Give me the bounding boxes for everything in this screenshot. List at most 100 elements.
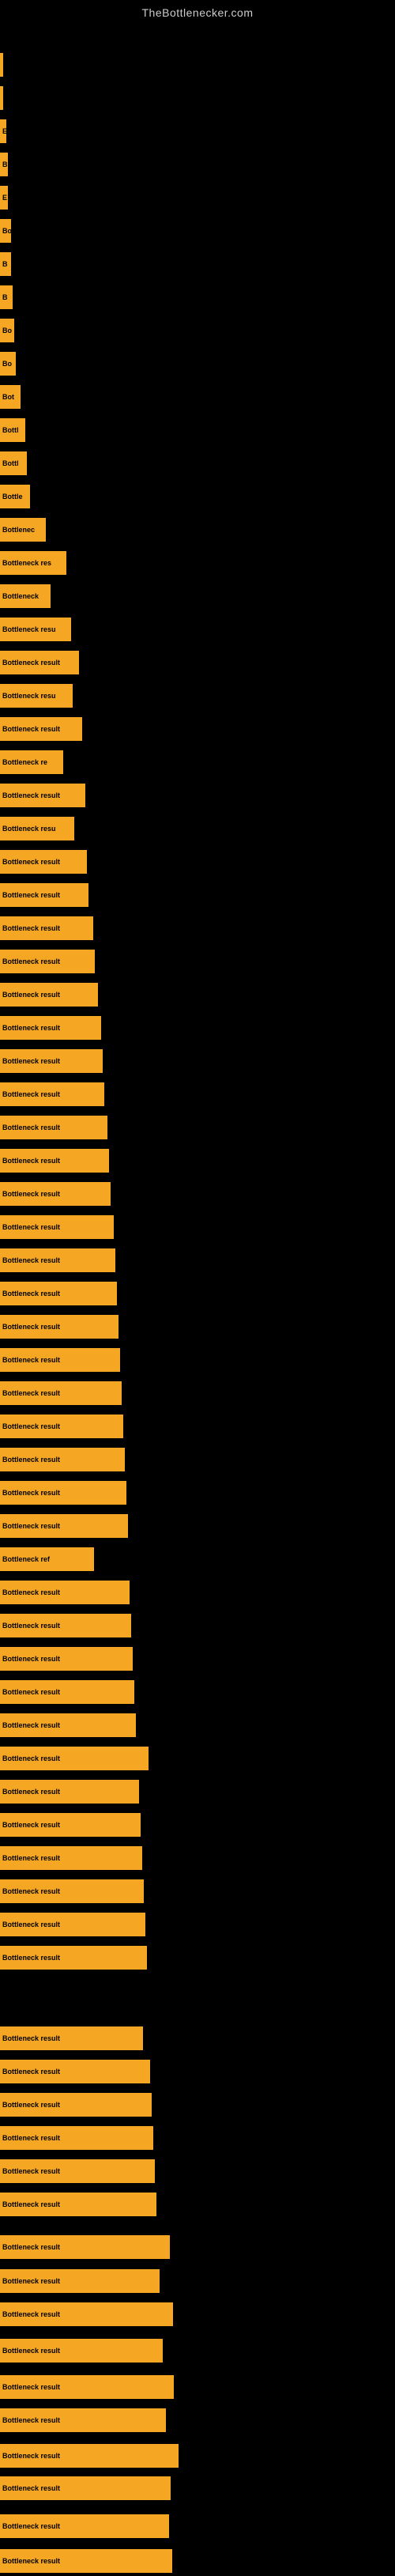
bar: Bottleneck result bbox=[0, 2444, 179, 2468]
bar: Bottleneck result bbox=[0, 2375, 174, 2399]
bar: Bottleneck result bbox=[0, 1581, 130, 1604]
bar-row: Bottleneck result bbox=[0, 1312, 395, 1342]
bar: Bottleneck res bbox=[0, 551, 66, 575]
bar-row: Bottleneck result bbox=[0, 1743, 395, 1773]
bar-row: Bottleneck result bbox=[0, 2156, 395, 2186]
bar-label: Bottleneck resu bbox=[2, 625, 56, 633]
bar-row: Bottl bbox=[0, 415, 395, 445]
bar-label: Bottleneck result bbox=[2, 1954, 60, 1962]
bar: Bottleneck result bbox=[0, 1248, 115, 1272]
bar: Bottleneck bbox=[0, 584, 51, 608]
bar-row: E bbox=[0, 183, 395, 213]
bar: Bottleneck result bbox=[0, 1215, 114, 1239]
bar-row: Bottleneck result bbox=[0, 648, 395, 678]
bar-row: Bottleneck result bbox=[0, 1013, 395, 1043]
bar bbox=[0, 53, 3, 77]
bar-row: Bottleneck result bbox=[0, 1179, 395, 1209]
bar-label: Bottleneck result bbox=[2, 1157, 60, 1165]
bar: Bottleneck result bbox=[0, 1381, 122, 1405]
bar-label: Bottleneck result bbox=[2, 1090, 60, 1098]
bar: Bottleneck result bbox=[0, 950, 95, 973]
bar-row: Bottleneck result bbox=[0, 1710, 395, 1740]
bar-label: Bottleneck result bbox=[2, 2347, 60, 2355]
bar-label: Bottleneck result bbox=[2, 1887, 60, 1895]
bar: Bottleneck result bbox=[0, 2093, 152, 2117]
bar-label: Bottleneck res bbox=[2, 559, 51, 567]
bar: Bottleneck result bbox=[0, 1514, 128, 1538]
bar: Bottleneck result bbox=[0, 883, 88, 907]
bar: Bottleneck result bbox=[0, 2060, 150, 2083]
bar-label: Bottleneck result bbox=[2, 2452, 60, 2460]
bar-row: Bottleneck result bbox=[0, 1445, 395, 1475]
bar-label: Bottleneck resu bbox=[2, 825, 56, 833]
bar-row: Bottlenec bbox=[0, 515, 395, 545]
bar-row: Bottleneck result bbox=[0, 980, 395, 1010]
bar-label: Bottleneck result bbox=[2, 2310, 60, 2318]
bar-label: Bottleneck result bbox=[2, 2034, 60, 2042]
bar-label: Bo bbox=[2, 227, 11, 235]
bar-row: Bottl bbox=[0, 448, 395, 478]
bar: Bottlenec bbox=[0, 518, 46, 542]
bar: Bottleneck result bbox=[0, 1747, 149, 1770]
bar: Bottleneck re bbox=[0, 750, 63, 774]
bar-row: Bottleneck result bbox=[0, 1112, 395, 1143]
bar-row: Bottleneck result bbox=[0, 1644, 395, 1674]
bar-label: Bottleneck result bbox=[2, 1854, 60, 1862]
bar: B bbox=[0, 252, 11, 276]
bar-row: Bottleneck result bbox=[0, 2372, 395, 2402]
bar-label: Bottleneck result bbox=[2, 2277, 60, 2285]
bar: Bot bbox=[0, 385, 21, 409]
bar-row: Bottleneck result bbox=[0, 1909, 395, 1940]
bar-label: Bottleneck result bbox=[2, 2243, 60, 2251]
bar-label: Bottleneck result bbox=[2, 958, 60, 965]
bar: Bottl bbox=[0, 451, 27, 475]
bar-row: Bottleneck result bbox=[0, 2023, 395, 2053]
bar-row: Bottleneck result bbox=[0, 1245, 395, 1275]
bar: Bottleneck result bbox=[0, 784, 85, 807]
bar: Bottleneck ref bbox=[0, 1547, 94, 1571]
bar: Bottleneck result bbox=[0, 2302, 173, 2326]
bar: Bottleneck resu bbox=[0, 817, 74, 840]
bar-label: Bottleneck result bbox=[2, 2522, 60, 2530]
bar-label: Bottleneck result bbox=[2, 2200, 60, 2208]
bar: E bbox=[0, 186, 8, 210]
bar: Bottleneck result bbox=[0, 1182, 111, 1206]
bar-label: Bottleneck result bbox=[2, 1754, 60, 1762]
bar bbox=[0, 86, 3, 110]
bar-label: Bottl bbox=[2, 459, 19, 467]
bar-row: Bottleneck result bbox=[0, 1279, 395, 1309]
bar-row bbox=[0, 83, 395, 113]
bar-row: Bottleneck result bbox=[0, 1146, 395, 1176]
bar-label: Bottleneck result bbox=[2, 1290, 60, 1297]
bar: Bottleneck result bbox=[0, 1315, 118, 1339]
bar-row: Bottleneck result bbox=[0, 847, 395, 877]
bar: Bottleneck result bbox=[0, 651, 79, 674]
bar: Bottleneck result bbox=[0, 1116, 107, 1139]
bar-label: Bottleneck result bbox=[2, 1124, 60, 1131]
bar-label: Bottleneck result bbox=[2, 858, 60, 866]
bar-label: Bottleneck result bbox=[2, 2167, 60, 2175]
bar-label: Bottleneck result bbox=[2, 1622, 60, 1630]
bar-label: Bottleneck ref bbox=[2, 1555, 50, 1563]
bar-label: Bottleneck resu bbox=[2, 692, 56, 700]
bar-label: Bottleneck result bbox=[2, 924, 60, 932]
bar-row: B bbox=[0, 149, 395, 179]
bar-row: Bottleneck result bbox=[0, 2057, 395, 2087]
bar: Bottl bbox=[0, 418, 25, 442]
bar-row: B bbox=[0, 282, 395, 312]
bar: Bottleneck result bbox=[0, 717, 82, 741]
bar-label: Bo bbox=[2, 327, 12, 334]
bar-row: Bottleneck result bbox=[0, 1079, 395, 1109]
bar: Bottleneck result bbox=[0, 2159, 155, 2183]
bar-label: E bbox=[2, 127, 6, 135]
bar-label: B bbox=[2, 293, 8, 301]
bar: Bottleneck result bbox=[0, 850, 87, 874]
bar-row: Bottleneck result bbox=[0, 1843, 395, 1873]
bar-row: Bottleneck result bbox=[0, 1046, 395, 1076]
bar-label: Bottleneck result bbox=[2, 1422, 60, 1430]
bar-row: Bottleneck resu bbox=[0, 681, 395, 711]
bar-label: Bottleneck bbox=[2, 592, 39, 600]
bar: Bottleneck result bbox=[0, 1082, 104, 1106]
bar: Bottleneck result bbox=[0, 1282, 117, 1305]
bar-row: Bottleneck result bbox=[0, 1478, 395, 1508]
